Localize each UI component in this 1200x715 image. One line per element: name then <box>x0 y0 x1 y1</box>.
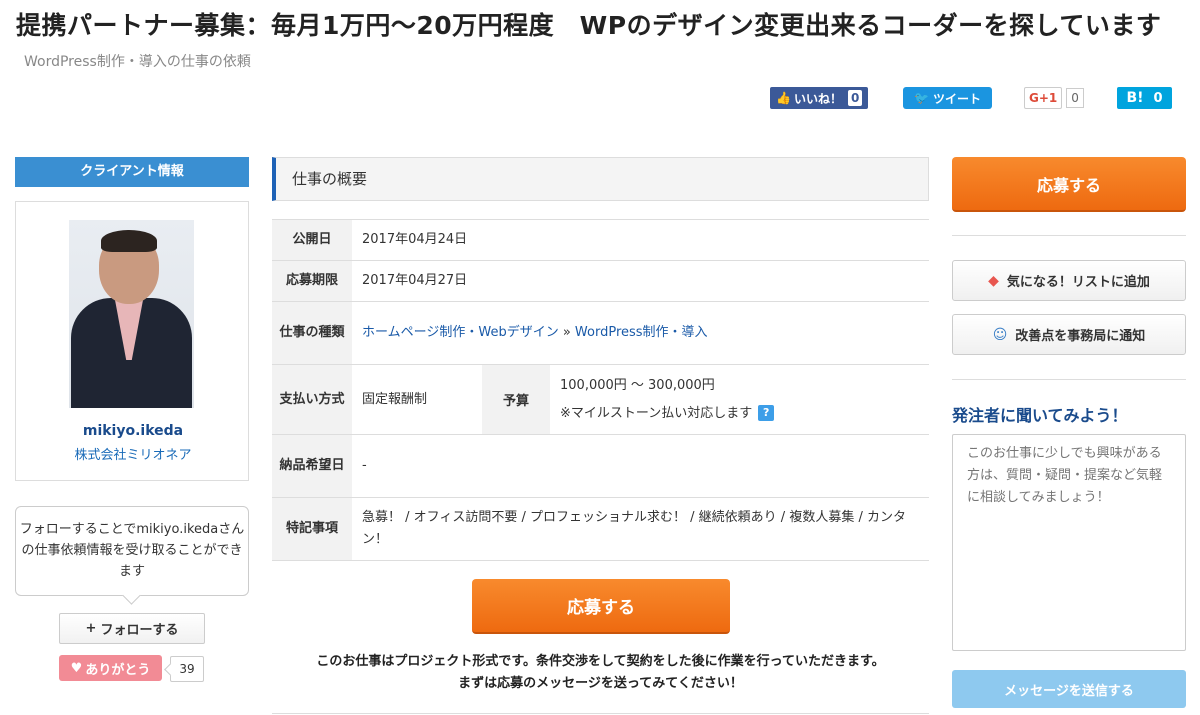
section-heading: 仕事の概要 <box>272 157 929 201</box>
table-row: 特記事項 急募！ / オフィス訪問不要 / プロフェッショナル求む！ / 継続依… <box>272 497 929 561</box>
client-company-link[interactable]: 株式会社ミリオネア <box>16 444 250 463</box>
project-note: このお仕事はプロジェクト形式です。条件交渉をして契約をした後に作業を行っていただ… <box>272 651 929 695</box>
twitter-bird-icon: 🐦 <box>914 91 929 105</box>
category-link-wordpress[interactable]: WordPress制作・導入 <box>575 325 708 340</box>
heart-icon: ♥ <box>70 660 83 676</box>
category-label[interactable]: WordPress制作・導入の仕事の依頼 <box>24 54 251 70</box>
table-row: 仕事の種類 ホームページ制作・Webデザイン » WordPress制作・導入 <box>272 301 929 365</box>
facebook-like-button[interactable]: 👍 いいね！ 0 <box>770 87 869 109</box>
project-note-line1: このお仕事はプロジェクト形式です。条件交渉をして契約をした後に作業を行っていただ… <box>316 654 885 669</box>
pin-icon: ◆ <box>988 272 999 289</box>
gplus-label: G+1 <box>1024 87 1063 109</box>
thanks-button-label: ありがとう <box>85 662 151 678</box>
report-improvement-button[interactable]: ☺ 改善点を事務局に通知 <box>952 314 1186 355</box>
plus-icon: + <box>85 621 97 636</box>
add-to-favorites-button[interactable]: ◆ 気になる！リストに追加 <box>952 260 1186 301</box>
table-row: 支払い方式 固定報酬制 予算 100,000円 〜 300,000円 ※マイルス… <box>272 364 929 435</box>
client-card: mikiyo.ikeda 株式会社ミリオネア <box>15 201 249 481</box>
client-info-heading: クライアント情報 <box>15 157 249 187</box>
page-title: 提携パートナー募集：毎月1万円〜20万円程度 WPのデザイン変更出来るコーダーを… <box>16 10 1186 78</box>
budget-label: 予算 <box>482 364 550 435</box>
payment-value: 固定報酬制 <box>352 364 482 435</box>
add-to-favorites-label: 気になる！リストに追加 <box>1006 275 1150 290</box>
budget-value: 100,000円 〜 300,000円 <box>560 377 715 393</box>
table-row: 公開日 2017年04月24日 <box>272 219 929 261</box>
features-value: 急募！ / オフィス訪問不要 / プロフェッショナル求む！ / 継続依頼あり /… <box>352 497 929 561</box>
budget-note: ※マイルストーン払い対応します <box>560 405 753 421</box>
message-textarea[interactable] <box>952 434 1186 651</box>
facebook-like-label: いいね！ <box>793 91 842 106</box>
deadline-value: 2017年04月27日 <box>352 260 929 302</box>
tweet-button[interactable]: 🐦 ツイート <box>903 87 992 109</box>
hatena-label: B! <box>1126 90 1144 106</box>
thumbs-up-icon: 👍 <box>776 91 791 105</box>
facebook-like-count: 0 <box>847 90 863 106</box>
gplus-count: 0 <box>1066 88 1084 108</box>
send-message-button[interactable]: メッセージを送信する <box>952 670 1186 708</box>
ask-client-heading: 発注者に聞いてみよう！ <box>952 406 1128 425</box>
client-name-link[interactable]: mikiyo.ikeda <box>16 423 250 439</box>
delivery-label: 納品希望日 <box>272 434 352 498</box>
divider <box>272 713 929 714</box>
published-value: 2017年04月24日 <box>352 219 929 261</box>
budget-cell: 100,000円 〜 300,000円 ※マイルストーン払い対応します? <box>550 364 929 435</box>
job-type-label: 仕事の種類 <box>272 301 352 365</box>
report-improvement-label: 改善点を事務局に通知 <box>1015 329 1146 344</box>
hatena-count: 0 <box>1153 90 1163 106</box>
budget-note-row: ※マイルストーン払い対応します? <box>560 403 919 425</box>
breadcrumb-separator: » <box>558 325 575 340</box>
thanks-button[interactable]: ♥ ありがとう <box>59 655 162 681</box>
features-label: 特記事項 <box>272 497 352 561</box>
apply-button-main[interactable]: 応募する <box>472 579 730 634</box>
help-icon[interactable]: ? <box>758 405 775 421</box>
client-avatar[interactable] <box>69 220 194 408</box>
smiley-icon: ☺ <box>992 326 1008 343</box>
job-title: 提携パートナー募集：毎月1万円〜20万円程度 WPのデザイン変更出来るコーダーを… <box>16 11 1162 40</box>
table-row: 納品希望日 - <box>272 434 929 498</box>
published-label: 公開日 <box>272 219 352 261</box>
divider <box>952 235 1186 236</box>
follow-button[interactable]: + フォローする <box>59 613 205 644</box>
job-type-value: ホームページ制作・Webデザイン » WordPress制作・導入 <box>352 301 929 365</box>
apply-button-sidebar[interactable]: 応募する <box>952 157 1186 212</box>
payment-label: 支払い方式 <box>272 364 352 435</box>
job-details-table: 公開日 2017年04月24日 応募期限 2017年04月27日 仕事の種類 ホ… <box>272 219 929 561</box>
project-note-line2: まずは応募のメッセージを送ってみてください！ <box>458 676 743 691</box>
avatar-hair <box>101 230 157 252</box>
follow-tooltip: フォローすることでmikiyo.ikedaさんの仕事依頼情報を受け取ることができ… <box>15 506 249 596</box>
deadline-label: 応募期限 <box>272 260 352 302</box>
gplus-button[interactable]: G+1 0 <box>1024 87 1084 109</box>
tweet-label: ツイート <box>932 91 981 106</box>
divider <box>952 379 1186 380</box>
follow-button-label: フォローする <box>100 623 179 638</box>
thanks-count: 39 <box>170 656 204 682</box>
table-row: 応募期限 2017年04月27日 <box>272 260 929 302</box>
category-link-web-design[interactable]: ホームページ制作・Webデザイン <box>362 325 559 340</box>
delivery-value: - <box>352 434 929 498</box>
hatena-bookmark-button[interactable]: B! 0 <box>1117 87 1172 109</box>
